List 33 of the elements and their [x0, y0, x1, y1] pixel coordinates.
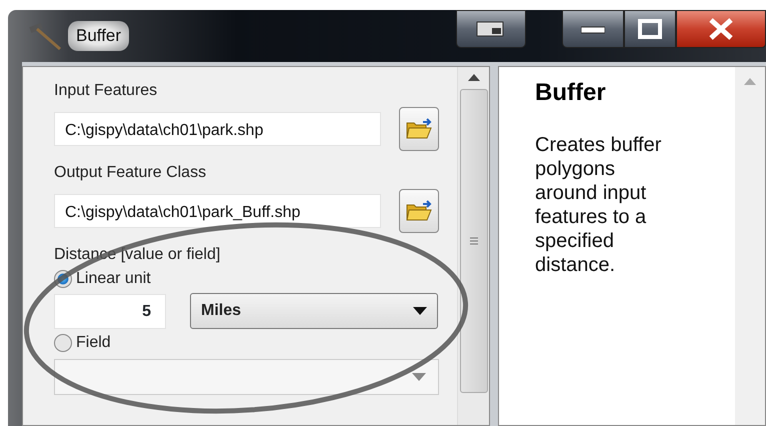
folder-icon	[406, 118, 432, 140]
radio-option[interactable]: Field	[54, 331, 457, 355]
maximize-icon	[638, 19, 662, 39]
close-icon	[708, 17, 734, 41]
distance-value-field[interactable]: 5	[54, 294, 166, 328]
field-label: Output Feature Class	[54, 163, 208, 183]
help-description: Creates buffer polygons around input features to a specified distance.	[535, 133, 662, 277]
close-button[interactable]	[676, 10, 766, 48]
radio-label[interactable]: Linear unit	[76, 267, 151, 291]
field-label: Input Features	[54, 81, 158, 101]
radio-icon[interactable]	[54, 334, 72, 352]
window-icon	[476, 20, 506, 38]
caret-icon	[413, 307, 427, 315]
field-dropdown[interactable]	[54, 359, 439, 395]
help-scrollbar[interactable]	[735, 67, 765, 425]
folder-icon	[406, 200, 432, 222]
browse-button[interactable]	[399, 189, 439, 233]
unit-dropdown[interactable]: Miles	[190, 293, 438, 329]
window-switch-button[interactable]	[456, 10, 526, 48]
scrollbar[interactable]	[457, 67, 489, 425]
scroll-thumb[interactable]	[460, 89, 488, 393]
caret-icon	[412, 373, 426, 381]
minimize-icon	[581, 24, 605, 34]
radio-option[interactable]: Linear unit	[54, 267, 457, 291]
path-field[interactable]: C:\gispy\data\ch01\park_Buff.shp	[54, 194, 381, 228]
window-title: Buffer	[68, 21, 130, 51]
minimize-button[interactable]	[562, 10, 624, 48]
browse-button[interactable]	[399, 107, 439, 151]
radio-label[interactable]: Field	[76, 331, 111, 355]
help-title: Buffer	[535, 78, 607, 108]
maximize-button[interactable]	[624, 10, 676, 48]
scroll-up-icon[interactable]	[468, 73, 480, 81]
path-field[interactable]: C:\gispy\data\ch01\park.shp	[54, 112, 381, 146]
